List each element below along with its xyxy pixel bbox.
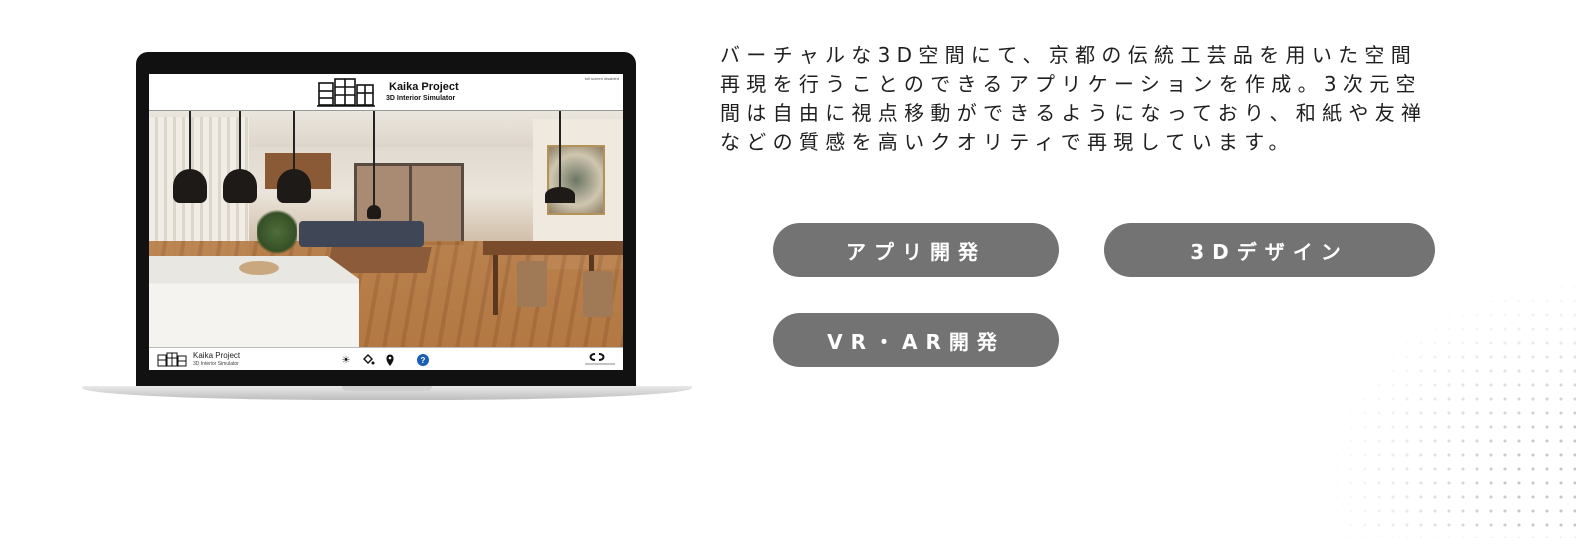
help-button[interactable]: ? — [417, 354, 429, 366]
description-line: バーチャルな3D空間にて、京都の伝統工芸品を用いた空間 — [720, 43, 1418, 67]
sun-icon[interactable]: ☀ — [339, 353, 353, 367]
laptop-notch — [342, 386, 432, 391]
dot-pattern-decoration — [1330, 280, 1576, 538]
laptop-mockup: Kaika Project 3D Interior Simulator full… — [82, 52, 692, 402]
pendant-lamp — [223, 169, 257, 203]
brand-mark-icon — [585, 353, 615, 365]
sofa — [299, 221, 424, 247]
app-development-tag[interactable]: アプリ開発 — [773, 223, 1059, 277]
app-title: Kaika Project — [389, 81, 459, 93]
description-line: などの質感を高いクオリティで再現しています。 — [720, 130, 1295, 154]
pendant-lamp — [545, 187, 575, 203]
interior-render-viewport[interactable] — [149, 111, 623, 347]
location-pin-icon[interactable] — [383, 353, 397, 367]
app-header: Kaika Project 3D Interior Simulator full… — [149, 74, 623, 111]
pendant-cord — [239, 111, 241, 171]
laptop-lid: Kaika Project 3D Interior Simulator full… — [136, 52, 636, 388]
vr-ar-development-tag[interactable]: VR・AR開発 — [773, 313, 1059, 367]
building-logo-icon — [157, 352, 187, 367]
pendant-cord — [189, 111, 191, 171]
app-subtitle: 3D Interior Simulator — [386, 95, 456, 102]
pendant-cord — [559, 111, 561, 189]
dining-table — [483, 241, 623, 255]
pendant-lamp — [173, 169, 207, 203]
app-footer: Kaika Project 3D Interior Simulator ☀ ? — [149, 347, 623, 370]
project-description: バーチャルな3D空間にて、京都の伝統工芸品を用いた空間 再現を行うことのできるア… — [720, 41, 1480, 157]
pendant-lamp — [277, 169, 311, 203]
wall-painting — [547, 145, 605, 215]
description-line: 間は自由に視点移動ができるようになっており、和紙や友禅 — [720, 101, 1428, 125]
paint-bucket-icon[interactable] — [361, 353, 375, 367]
pendant-lamp — [367, 205, 381, 219]
table-leg — [493, 255, 498, 315]
dining-chair — [517, 261, 547, 307]
laptop-screen: Kaika Project 3D Interior Simulator full… — [149, 74, 623, 370]
fullscreen-note: full screen disabled — [584, 76, 619, 81]
dining-chair — [583, 271, 613, 317]
description-line: 再現を行うことのできるアプリケーションを作成。3次元空 — [720, 72, 1422, 96]
footer-title: Kaika Project — [193, 351, 241, 360]
footer-subtitle: 3D Interior Simulator — [193, 361, 239, 367]
3d-design-tag[interactable]: 3Dデザイン — [1104, 223, 1435, 277]
pendant-cord — [293, 111, 295, 171]
pendant-cord — [373, 111, 375, 207]
plant — [257, 207, 297, 257]
building-logo-icon — [317, 78, 375, 107]
bowl — [239, 261, 279, 275]
